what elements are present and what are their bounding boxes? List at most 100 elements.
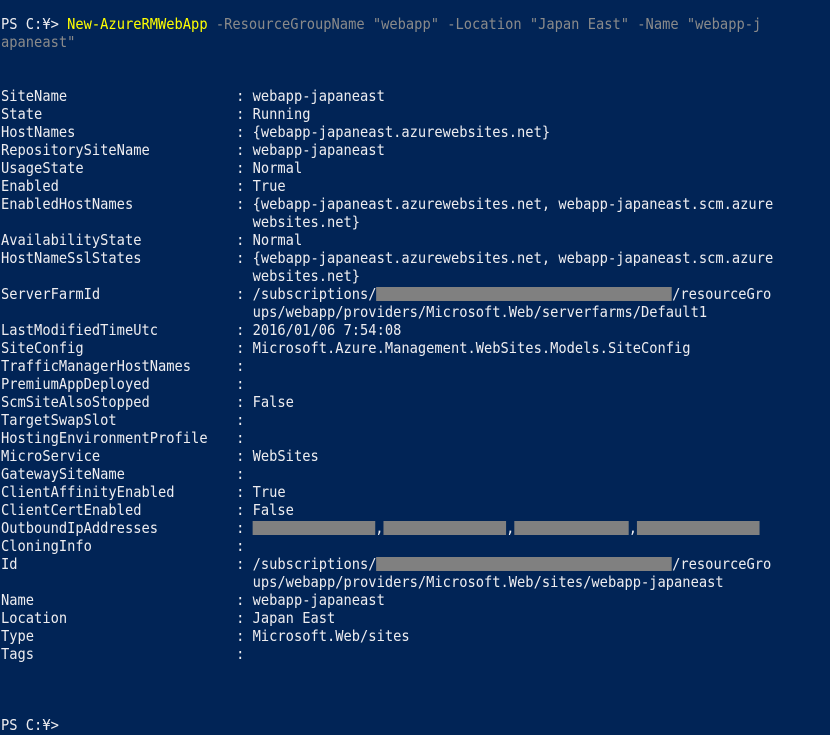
- property-name: PremiumAppDeployed: [1, 375, 150, 393]
- colon-separator: :: [236, 195, 245, 213]
- value-prefix: /subscriptions/: [252, 555, 377, 573]
- colon-separator: :: [236, 141, 245, 159]
- value-prefix: /subscriptions/: [252, 285, 377, 303]
- colon-separator: :: [236, 537, 245, 555]
- param-value: "Japan East": [529, 15, 630, 33]
- property-value: 2016/01/06 7:54:08: [252, 321, 402, 339]
- prompt: PS C:¥>: [1, 15, 68, 33]
- property-value: True: [252, 177, 286, 195]
- ip-separator: ,: [628, 519, 638, 537]
- property-value: Normal: [252, 231, 303, 249]
- colon-separator: :: [236, 519, 245, 537]
- powershell-console[interactable]: PS C:¥> New-AzureRMWebApp -ResourceGroup…: [0, 0, 830, 735]
- colon-separator: :: [236, 87, 245, 105]
- param-flag: -ResourceGroupName: [207, 15, 373, 33]
- property-name: Location: [1, 609, 68, 627]
- property-name: TargetSwapSlot: [1, 411, 117, 429]
- property-name: TrafficManagerHostNames: [1, 357, 192, 375]
- property-name: Id: [1, 555, 18, 573]
- redacted-ip-address: [514, 521, 629, 535]
- colon-separator: :: [236, 249, 245, 267]
- property-value: True: [252, 483, 286, 501]
- command-line-wrap: apaneast": [1, 33, 76, 51]
- ip-separator: ,: [375, 519, 384, 537]
- colon-separator: :: [236, 465, 245, 483]
- cmdlet-name: New-AzureRMWebApp: [67, 15, 208, 33]
- property-name: State: [1, 105, 43, 123]
- colon-separator: :: [236, 357, 245, 375]
- property-value: Microsoft.Azure.Management.WebSites.Mode…: [252, 339, 691, 357]
- property-name: HostingEnvironmentProfile: [1, 429, 208, 447]
- property-name: ClientAffinityEnabled: [1, 483, 175, 501]
- param-value: "webapp": [372, 15, 439, 33]
- colon-separator: :: [236, 375, 245, 393]
- redacted-ip-address: [252, 521, 376, 535]
- colon-separator: :: [236, 231, 245, 249]
- property-value-continuation: ups/webapp/providers/Microsoft.Web/sites…: [252, 573, 724, 591]
- property-name: AvailabilityState: [1, 231, 142, 249]
- property-name: Type: [1, 627, 35, 645]
- colon-separator: :: [236, 627, 245, 645]
- property-name: Name: [1, 591, 35, 609]
- property-name: EnabledHostNames: [1, 195, 134, 213]
- param-flag: -Location: [438, 15, 530, 33]
- property-value: False: [252, 501, 294, 519]
- property-name: ServerFarmId: [1, 285, 101, 303]
- property-value-continuation: websites.net}: [252, 213, 361, 231]
- property-value: webapp-japaneast: [252, 591, 385, 609]
- property-value: /subscriptions/ /resourceGro: [253, 555, 772, 573]
- colon-separator: :: [236, 393, 245, 411]
- property-name: GatewaySiteName: [1, 465, 125, 483]
- property-name: CloningInfo: [1, 537, 92, 555]
- property-name: SiteConfig: [1, 339, 84, 357]
- property-name: ClientCertEnabled: [1, 501, 142, 519]
- colon-separator: :: [236, 447, 245, 465]
- colon-separator: :: [236, 105, 245, 123]
- colon-separator: :: [236, 285, 245, 303]
- colon-separator: :: [236, 339, 245, 357]
- property-value: Japan East: [252, 609, 336, 627]
- property-value: Microsoft.Web/sites: [252, 627, 410, 645]
- property-name: SiteName: [1, 87, 68, 105]
- property-value: /subscriptions/ /resourceGro: [253, 285, 772, 303]
- property-name: OutboundIpAddresses: [1, 519, 159, 537]
- colon-separator: :: [236, 645, 245, 663]
- property-value-continuation: websites.net}: [252, 267, 361, 285]
- colon-separator: :: [236, 501, 245, 519]
- redacted-ip-address: [637, 521, 760, 535]
- property-value: {webapp-japaneast.azurewebsites.net}: [252, 123, 551, 141]
- colon-separator: :: [236, 591, 245, 609]
- colon-separator: :: [236, 321, 245, 339]
- final-prompt[interactable]: PS C:¥>: [1, 716, 59, 734]
- property-value: {webapp-japaneast.azurewebsites.net, web…: [252, 249, 774, 267]
- property-name: Tags: [1, 645, 35, 663]
- property-name: RepositorySiteName: [1, 141, 150, 159]
- property-name: UsageState: [1, 159, 84, 177]
- ip-separator: ,: [506, 519, 515, 537]
- property-name: HostNameSslStates: [1, 249, 142, 267]
- colon-separator: :: [236, 177, 245, 195]
- colon-separator: :: [236, 429, 245, 447]
- colon-separator: :: [236, 609, 245, 627]
- property-value: Normal: [252, 159, 303, 177]
- value-suffix: /resourceGro: [672, 285, 772, 303]
- property-name: HostNames: [1, 123, 76, 141]
- colon-separator: :: [236, 411, 245, 429]
- property-name: ScmSiteAlsoStopped: [1, 393, 150, 411]
- redacted-subscription-id: [376, 557, 673, 571]
- property-value: False: [252, 393, 294, 411]
- property-value: {webapp-japaneast.azurewebsites.net, web…: [252, 195, 774, 213]
- property-value-continuation: ups/webapp/providers/Microsoft.Web/serve…: [252, 303, 708, 321]
- property-value: webapp-japaneast: [252, 141, 385, 159]
- property-value: webapp-japaneast: [252, 87, 385, 105]
- redacted-subscription-id: [376, 287, 673, 301]
- param-flag: -Name: [629, 15, 687, 33]
- property-name: Enabled: [1, 177, 59, 195]
- property-value: WebSites: [252, 447, 319, 465]
- value-suffix: /resourceGro: [672, 555, 772, 573]
- param-value: "webapp-j: [686, 15, 762, 33]
- property-name: LastModifiedTimeUtc: [1, 321, 159, 339]
- property-value: Running: [252, 105, 311, 123]
- command-line: PS C:¥> New-AzureRMWebApp -ResourceGroup…: [1, 15, 761, 33]
- redacted-ip-address: [383, 521, 507, 535]
